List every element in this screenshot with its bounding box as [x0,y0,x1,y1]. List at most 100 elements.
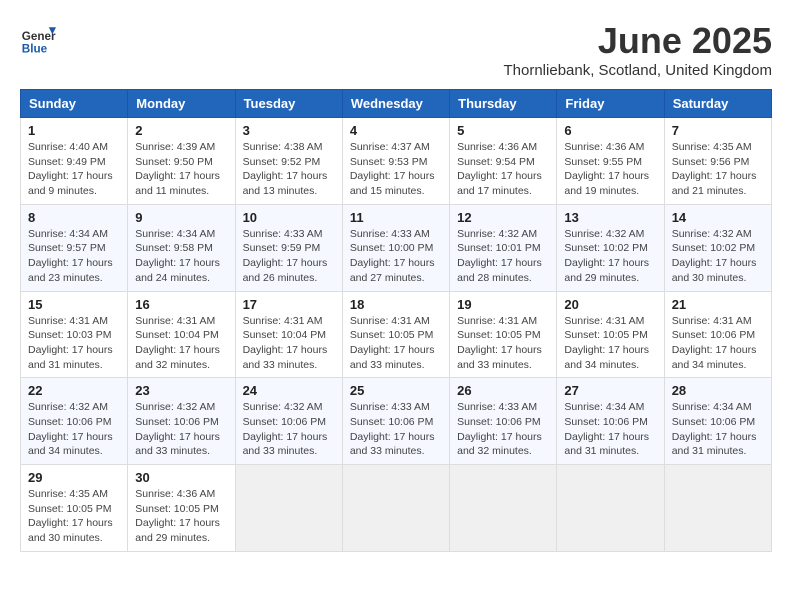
calendar-cell: 10 Sunrise: 4:33 AMSunset: 9:59 PMDayligh… [235,204,342,291]
calendar-table: SundayMondayTuesdayWednesdayThursdayFrid… [20,89,772,552]
calendar-cell: 15 Sunrise: 4:31 AMSunset: 10:03 PMDaylig… [21,291,128,378]
day-info: Sunrise: 4:38 AMSunset: 9:52 PMDaylight:… [243,140,335,199]
day-info: Sunrise: 4:31 AMSunset: 10:03 PMDaylight… [28,314,120,373]
calendar-cell: 20 Sunrise: 4:31 AMSunset: 10:05 PMDaylig… [557,291,664,378]
day-info: Sunrise: 4:32 AMSunset: 10:02 PMDaylight… [672,227,764,286]
day-info: Sunrise: 4:33 AMSunset: 10:00 PMDaylight… [350,227,442,286]
calendar-cell [450,465,557,552]
day-number: 6 [564,123,656,138]
day-number: 15 [28,297,120,312]
calendar-cell: 2 Sunrise: 4:39 AMSunset: 9:50 PMDaylight… [128,118,235,205]
calendar-body: 1 Sunrise: 4:40 AMSunset: 9:49 PMDaylight… [21,118,772,552]
calendar-week-row: 1 Sunrise: 4:40 AMSunset: 9:49 PMDaylight… [21,118,772,205]
calendar-cell: 5 Sunrise: 4:36 AMSunset: 9:54 PMDaylight… [450,118,557,205]
day-info: Sunrise: 4:35 AMSunset: 9:56 PMDaylight:… [672,140,764,199]
day-number: 13 [564,210,656,225]
day-number: 7 [672,123,764,138]
calendar-header-sunday: Sunday [21,90,128,118]
day-info: Sunrise: 4:32 AMSunset: 10:06 PMDaylight… [243,400,335,459]
calendar-week-row: 8Sunrise: 4:34 AMSunset: 9:57 PMDaylight… [21,204,772,291]
calendar-cell: 14 Sunrise: 4:32 AMSunset: 10:02 PMDaylig… [664,204,771,291]
day-number: 3 [243,123,335,138]
day-info: Sunrise: 4:31 AMSunset: 10:04 PMDaylight… [243,314,335,373]
title-block: June 2025 Thornliebank, Scotland, United… [504,20,773,79]
day-number: 14 [672,210,764,225]
calendar-cell: 9 Sunrise: 4:34 AMSunset: 9:58 PMDaylight… [128,204,235,291]
calendar-header-wednesday: Wednesday [342,90,449,118]
calendar-cell [557,465,664,552]
day-number: 24 [243,383,335,398]
day-number: 18 [350,297,442,312]
svg-text:General: General [22,30,56,43]
day-info: Sunrise: 4:36 AMSunset: 9:55 PMDaylight:… [564,140,656,199]
day-number: 30 [135,470,227,485]
day-info: Sunrise: 4:31 AMSunset: 10:05 PMDaylight… [457,314,549,373]
day-info: Sunrise: 4:32 AMSunset: 10:06 PMDaylight… [135,400,227,459]
calendar-header-row: SundayMondayTuesdayWednesdayThursdayFrid… [21,90,772,118]
day-number: 28 [672,383,764,398]
calendar-cell: 7 Sunrise: 4:35 AMSunset: 9:56 PMDaylight… [664,118,771,205]
month-title: June 2025 [504,20,773,62]
calendar-cell: 11Sunrise: 4:33 AMSunset: 10:00 PMDaylig… [342,204,449,291]
day-info: Sunrise: 4:34 AMSunset: 10:06 PMDaylight… [672,400,764,459]
calendar-cell: 30Sunrise: 4:36 AMSunset: 10:05 PMDaylig… [128,465,235,552]
calendar-cell [342,465,449,552]
day-number: 12 [457,210,549,225]
calendar-cell: 18Sunrise: 4:31 AMSunset: 10:05 PMDaylig… [342,291,449,378]
day-number: 2 [135,123,227,138]
calendar-cell: 26 Sunrise: 4:33 AMSunset: 10:06 PMDaylig… [450,378,557,465]
day-number: 5 [457,123,549,138]
day-number: 25 [350,383,442,398]
day-info: Sunrise: 4:32 AMSunset: 10:01 PMDaylight… [457,227,549,286]
day-number: 10 [243,210,335,225]
day-number: 29 [28,470,120,485]
day-info: Sunrise: 4:33 AMSunset: 9:59 PMDaylight:… [243,227,335,286]
calendar-cell: 22 Sunrise: 4:32 AMSunset: 10:06 PMDaylig… [21,378,128,465]
calendar-cell: 12 Sunrise: 4:32 AMSunset: 10:01 PMDaylig… [450,204,557,291]
calendar-cell [664,465,771,552]
day-info: Sunrise: 4:39 AMSunset: 9:50 PMDaylight:… [135,140,227,199]
calendar-week-row: 22 Sunrise: 4:32 AMSunset: 10:06 PMDaylig… [21,378,772,465]
calendar-header-thursday: Thursday [450,90,557,118]
day-info: Sunrise: 4:34 AMSunset: 9:58 PMDaylight:… [135,227,227,286]
calendar-cell: 23Sunrise: 4:32 AMSunset: 10:06 PMDaylig… [128,378,235,465]
day-info: Sunrise: 4:32 AMSunset: 10:02 PMDaylight… [564,227,656,286]
day-info: Sunrise: 4:40 AMSunset: 9:49 PMDaylight:… [28,140,120,199]
calendar-cell: 25 Sunrise: 4:33 AMSunset: 10:06 PMDaylig… [342,378,449,465]
calendar-cell: 19 Sunrise: 4:31 AMSunset: 10:05 PMDaylig… [450,291,557,378]
calendar-cell: 3 Sunrise: 4:38 AMSunset: 9:52 PMDaylight… [235,118,342,205]
day-info: Sunrise: 4:31 AMSunset: 10:06 PMDaylight… [672,314,764,373]
calendar-cell: 29 Sunrise: 4:35 AMSunset: 10:05 PMDaylig… [21,465,128,552]
location: Thornliebank, Scotland, United Kingdom [504,62,773,79]
day-info: Sunrise: 4:36 AMSunset: 9:54 PMDaylight:… [457,140,549,199]
calendar-cell: 13 Sunrise: 4:32 AMSunset: 10:02 PMDaylig… [557,204,664,291]
calendar-cell: 4Sunrise: 4:37 AMSunset: 9:53 PMDaylight… [342,118,449,205]
day-info: Sunrise: 4:34 AMSunset: 9:57 PMDaylight:… [28,227,120,286]
day-number: 1 [28,123,120,138]
day-number: 9 [135,210,227,225]
day-info: Sunrise: 4:35 AMSunset: 10:05 PMDaylight… [28,487,120,546]
calendar-cell: 6 Sunrise: 4:36 AMSunset: 9:55 PMDaylight… [557,118,664,205]
day-info: Sunrise: 4:33 AMSunset: 10:06 PMDaylight… [457,400,549,459]
calendar-cell: 17 Sunrise: 4:31 AMSunset: 10:04 PMDaylig… [235,291,342,378]
logo: General Blue [20,20,56,56]
day-number: 19 [457,297,549,312]
day-number: 26 [457,383,549,398]
day-number: 16 [135,297,227,312]
day-info: Sunrise: 4:31 AMSunset: 10:04 PMDaylight… [135,314,227,373]
day-number: 27 [564,383,656,398]
calendar-header-friday: Friday [557,90,664,118]
day-info: Sunrise: 4:31 AMSunset: 10:05 PMDaylight… [564,314,656,373]
day-number: 17 [243,297,335,312]
calendar-cell: 8Sunrise: 4:34 AMSunset: 9:57 PMDaylight… [21,204,128,291]
day-info: Sunrise: 4:32 AMSunset: 10:06 PMDaylight… [28,400,120,459]
day-info: Sunrise: 4:33 AMSunset: 10:06 PMDaylight… [350,400,442,459]
day-number: 20 [564,297,656,312]
calendar-cell: 21Sunrise: 4:31 AMSunset: 10:06 PMDaylig… [664,291,771,378]
calendar-header-tuesday: Tuesday [235,90,342,118]
day-number: 22 [28,383,120,398]
day-number: 4 [350,123,442,138]
calendar-cell: 16 Sunrise: 4:31 AMSunset: 10:04 PMDaylig… [128,291,235,378]
calendar-cell: 27Sunrise: 4:34 AMSunset: 10:06 PMDaylig… [557,378,664,465]
svg-text:Blue: Blue [22,42,48,55]
